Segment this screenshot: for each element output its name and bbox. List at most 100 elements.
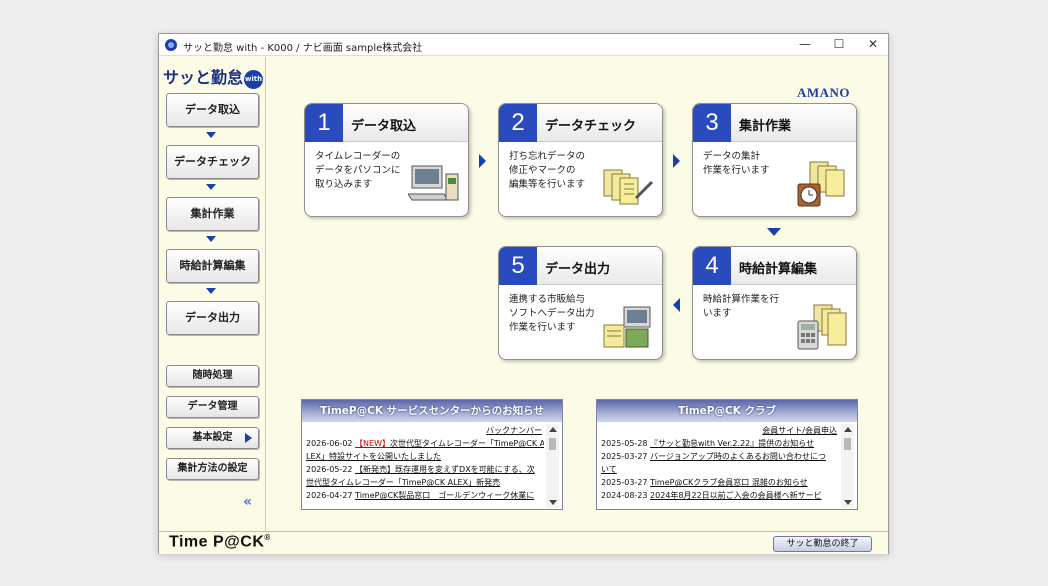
nav-hourly-edit-button[interactable]: 時給計算編集 bbox=[166, 249, 259, 283]
step-card-import[interactable]: 1 データ取込 タイムレコーダーの データをパソコンに 取り込みます bbox=[304, 103, 469, 217]
scroll-down-icon[interactable] bbox=[844, 500, 852, 505]
arrow-right-icon bbox=[245, 433, 252, 443]
card-description: タイムレコーダーの データをパソコンに 取り込みます bbox=[315, 151, 401, 190]
news-item[interactable]: 2026-06-02 【NEW】次世代型タイムレコーダー「TimeP@CK A bbox=[306, 437, 544, 450]
news-item[interactable]: LEX」特設サイトを公開いたしました bbox=[306, 450, 544, 463]
export-computer-icon bbox=[603, 306, 651, 348]
news-item[interactable]: 2025-05-28 『サッと勤怠with Ver.2.22』提供のお知らせ bbox=[601, 437, 839, 450]
aggregation-method-settings-button[interactable]: 集計方法の設定 bbox=[166, 458, 259, 480]
card-header: 4 時給計算編集 bbox=[693, 247, 856, 285]
step-number: 3 bbox=[693, 104, 731, 142]
minimize-button[interactable]: — bbox=[788, 34, 822, 55]
step-card-export[interactable]: 5 データ出力 連携する市販給与 ソフトへデータ出力 作業を行います bbox=[498, 246, 663, 360]
flow-arrow-right-icon bbox=[673, 154, 680, 168]
news-link[interactable]: いて bbox=[601, 465, 617, 474]
card-description: 打ち忘れデータの 修正やマークの 編集等を行います bbox=[509, 151, 586, 190]
basic-settings-button[interactable]: 基本設定 bbox=[166, 427, 259, 449]
nav-import-button[interactable]: データ取込 bbox=[166, 93, 259, 127]
news-date: 2025-03-27 bbox=[601, 452, 648, 461]
card-title: データチェック bbox=[545, 119, 637, 134]
card-title: データ出力 bbox=[545, 262, 611, 277]
card-header: 1 データ取込 bbox=[305, 104, 468, 142]
news-link[interactable]: 【新発売】既存運用を変えずDXを可能にする、次 bbox=[355, 465, 535, 474]
scroll-thumb[interactable] bbox=[844, 438, 851, 450]
news-scrollbar[interactable] bbox=[546, 424, 559, 508]
news-item[interactable]: 世代型タイムレコーダー「TimeP@CK ALEX」新発売 bbox=[306, 476, 544, 489]
down-arrow-icon bbox=[206, 288, 216, 294]
card-header: 5 データ出力 bbox=[499, 247, 662, 285]
card-header: 3 集計作業 bbox=[693, 104, 856, 142]
news-date: 2026-06-02 bbox=[306, 439, 353, 448]
news-date: 2026-05-22 bbox=[306, 465, 353, 474]
down-arrow-icon bbox=[206, 236, 216, 242]
news-panel-club: TimeP@CK クラブ 会員サイト/会員申込 2025-05-28 『サッと勤… bbox=[596, 399, 858, 510]
app-window: サッと勤怠 with - K000 / ナビ画面 sample株式会社 — ☐ … bbox=[158, 33, 889, 554]
news-link[interactable]: LEX」特設サイトを公開いたしました bbox=[306, 452, 441, 461]
news-panel-header: TimeP@CK クラブ bbox=[597, 400, 857, 422]
news-item[interactable]: 2025-03-27 バージョンアップ時のよくあるお問い合わせにつ bbox=[601, 450, 839, 463]
title-bar: サッと勤怠 with - K000 / ナビ画面 sample株式会社 — ☐ … bbox=[159, 34, 888, 56]
news-link[interactable]: 次世代型タイムレコーダー「TimeP@CK A bbox=[390, 439, 544, 448]
news-date: 2026-04-27 bbox=[306, 491, 353, 500]
step-number: 4 bbox=[693, 247, 731, 285]
app-logo: サッと勤怠 with bbox=[163, 64, 264, 89]
maximize-button[interactable]: ☐ bbox=[822, 34, 856, 55]
member-site-link[interactable]: 会員サイト/会員申込 bbox=[601, 424, 839, 437]
news-link[interactable]: 2024年8月22日以前ご入会の会員様へ新サービ bbox=[650, 491, 822, 500]
news-link[interactable]: TimeP@CKクラブ会員窓口 混雑のお知らせ bbox=[650, 478, 808, 487]
step-number: 2 bbox=[499, 104, 537, 142]
news-list: 会員サイト/会員申込 2025-05-28 『サッと勤怠with Ver.2.2… bbox=[601, 424, 839, 508]
step-number: 5 bbox=[499, 247, 537, 285]
app-logo-icon bbox=[165, 39, 177, 51]
flow-arrow-left-icon bbox=[673, 298, 680, 312]
collapse-sidebar-icon[interactable]: « bbox=[243, 494, 252, 510]
news-panel-service-center: TimeP@CK サービスセンターからのお知らせ バックナンバー 2026-06… bbox=[301, 399, 563, 510]
back-number-link[interactable]: バックナンバー bbox=[306, 424, 544, 437]
scroll-up-icon[interactable] bbox=[844, 427, 852, 432]
brand-logo: AMANO bbox=[797, 85, 851, 100]
flow-arrow-right-icon bbox=[479, 154, 486, 168]
basic-settings-label: 基本設定 bbox=[192, 432, 233, 443]
card-description: 連携する市販給与 ソフトへデータ出力 作業を行います bbox=[509, 294, 595, 333]
news-item[interactable]: 2024-08-23 2024年8月22日以前ご入会の会員様へ新サービ bbox=[601, 489, 839, 502]
flow-arrow-down-icon bbox=[767, 228, 781, 236]
step-card-hourly-edit[interactable]: 4 時給計算編集 時給計算作業を行 います bbox=[692, 246, 857, 360]
adhoc-processing-button[interactable]: 随時処理 bbox=[166, 365, 259, 387]
scroll-down-icon[interactable] bbox=[549, 500, 557, 505]
close-button[interactable]: ✕ bbox=[856, 34, 890, 55]
news-new-tag: 【NEW】 bbox=[355, 439, 390, 448]
news-panel-header: TimeP@CK サービスセンターからのお知らせ bbox=[302, 400, 562, 422]
nav-check-button[interactable]: データチェック bbox=[166, 145, 259, 179]
documents-calculator-icon bbox=[797, 304, 847, 350]
news-list: バックナンバー 2026-06-02 【NEW】次世代型タイムレコーダー「Tim… bbox=[306, 424, 544, 508]
nav-aggregate-button[interactable]: 集計作業 bbox=[166, 197, 259, 231]
step-card-aggregate[interactable]: 3 集計作業 データの集計 作業を行います bbox=[692, 103, 857, 217]
news-item[interactable]: 2026-04-27 TimeP@CK製品窓口 ゴールデンウィーク休業に bbox=[306, 489, 544, 502]
scroll-up-icon[interactable] bbox=[549, 427, 557, 432]
down-arrow-icon bbox=[206, 132, 216, 138]
data-management-button[interactable]: データ管理 bbox=[166, 396, 259, 418]
card-title: 時給計算編集 bbox=[739, 262, 818, 277]
sidebar: サッと勤怠 with データ取込 データチェック 集計作業 時給計算編集 データ出… bbox=[159, 57, 266, 531]
news-item[interactable]: 2025-03-27 TimeP@CKクラブ会員窓口 混雑のお知らせ bbox=[601, 476, 839, 489]
registered-mark: ® bbox=[264, 533, 271, 542]
news-link[interactable]: 世代型タイムレコーダー「TimeP@CK ALEX」新発売 bbox=[306, 478, 500, 487]
news-date: 2024-08-23 bbox=[601, 491, 648, 500]
card-header: 2 データチェック bbox=[499, 104, 662, 142]
card-title: データ取込 bbox=[351, 119, 417, 134]
card-description: データの集計 作業を行います bbox=[703, 151, 770, 176]
timepack-logo: Time P@CK® bbox=[169, 533, 271, 551]
logo-badge: with bbox=[244, 70, 264, 89]
news-link[interactable]: バージョンアップ時のよくあるお問い合わせにつ bbox=[650, 452, 826, 461]
exit-app-button[interactable]: サッと勤怠の終了 bbox=[773, 536, 872, 552]
step-number: 1 bbox=[305, 104, 343, 142]
news-item[interactable]: 2026-05-22 【新発売】既存運用を変えずDXを可能にする、次 bbox=[306, 463, 544, 476]
step-card-check[interactable]: 2 データチェック 打ち忘れデータの 修正やマークの 編集等を行います bbox=[498, 103, 663, 217]
nav-export-button[interactable]: データ出力 bbox=[166, 301, 259, 335]
news-item[interactable]: いて bbox=[601, 463, 839, 476]
news-link[interactable]: TimeP@CK製品窓口 ゴールデンウィーク休業に bbox=[355, 491, 534, 500]
scroll-thumb[interactable] bbox=[549, 438, 556, 450]
news-link[interactable]: 『サッと勤怠with Ver.2.22』提供のお知らせ bbox=[650, 439, 814, 448]
news-date: 2025-03-27 bbox=[601, 478, 648, 487]
news-scrollbar[interactable] bbox=[841, 424, 854, 508]
